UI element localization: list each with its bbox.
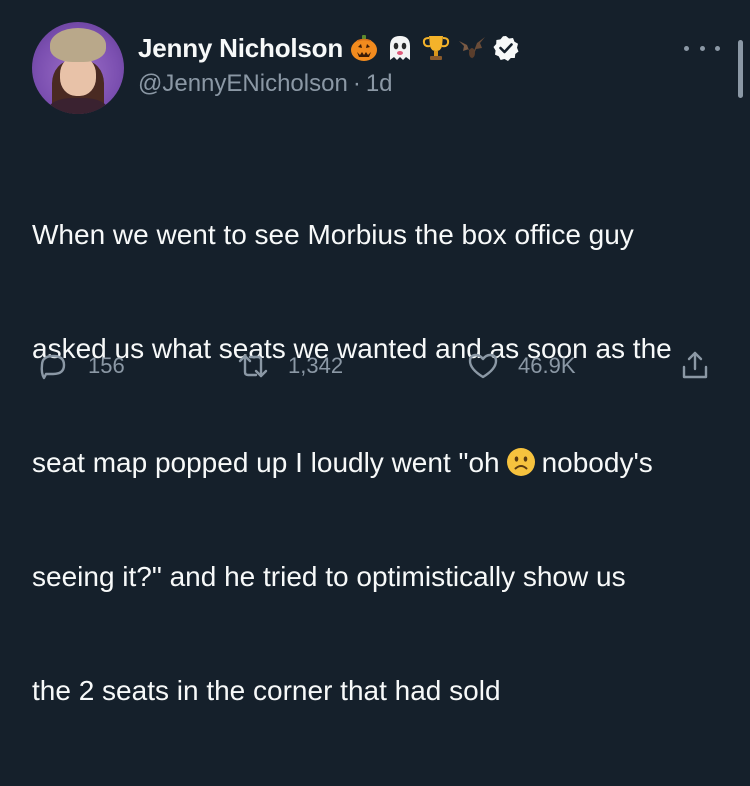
separator-dot: · [352, 70, 361, 97]
tweet-line: When we went to see Morbius the box offi… [32, 216, 722, 254]
retweet-count: 1,342 [288, 353, 344, 378]
author-handle[interactable]: @JennyENicholson [138, 70, 348, 98]
tweet-timestamp[interactable]: 1d [366, 70, 393, 98]
share-button[interactable] [678, 344, 712, 388]
more-dot [715, 45, 720, 51]
tweet-card: Jenny Nicholson @JennyENicholson · 1d Wh… [0, 0, 750, 706]
action-bar: 156 1,342 46.9K [0, 344, 750, 388]
avatar-hat [50, 28, 106, 62]
display-name[interactable]: Jenny Nicholson [138, 33, 343, 64]
ghost-icon [390, 36, 411, 60]
tweet-line: the 2 seats in the corner that had sold [32, 672, 722, 710]
tweet-line: seat map popped up I loudly went "oh nob… [32, 444, 722, 482]
trophy-icon [422, 36, 450, 60]
retweet-icon [238, 354, 268, 378]
like-count: 46.9K [518, 353, 576, 378]
reply-icon [40, 354, 66, 380]
more-options-button[interactable] [684, 38, 720, 58]
verified-badge-icon[interactable] [493, 35, 519, 61]
tweet-line-text: the 2 seats in the corner that had sold [32, 675, 501, 706]
avatar-face [60, 56, 96, 96]
reply-button[interactable]: 156 [36, 344, 125, 388]
avatar[interactable] [32, 22, 124, 114]
like-button[interactable]: 46.9K [466, 344, 576, 388]
scrollbar[interactable] [738, 40, 743, 98]
author-handle-row: @JennyENicholson · 1d [138, 70, 393, 98]
tweet-line-text: seat map popped up I loudly went "oh [32, 447, 500, 478]
author-name-row: Jenny Nicholson [138, 30, 519, 66]
tweet-line: seeing it?" and he tried to optimistical… [32, 558, 722, 596]
avatar-body [48, 98, 108, 114]
retweet-button[interactable]: 1,342 [236, 344, 343, 388]
tweet-line-text: seeing it?" and he tried to optimistical… [32, 561, 626, 592]
tweet-line-text: nobody's [541, 447, 653, 478]
jack-o-lantern-icon [351, 35, 378, 61]
tweet-text: When we went to see Morbius the box offi… [32, 140, 722, 786]
heart-icon [468, 353, 498, 379]
reply-count: 156 [88, 353, 125, 378]
frowning-face-icon [506, 448, 535, 476]
share-icon [682, 351, 708, 379]
tweet-line-text: When we went to see Morbius the box offi… [32, 219, 634, 250]
bat-icon [459, 37, 486, 59]
more-dot [699, 45, 705, 51]
more-dot [684, 45, 689, 51]
